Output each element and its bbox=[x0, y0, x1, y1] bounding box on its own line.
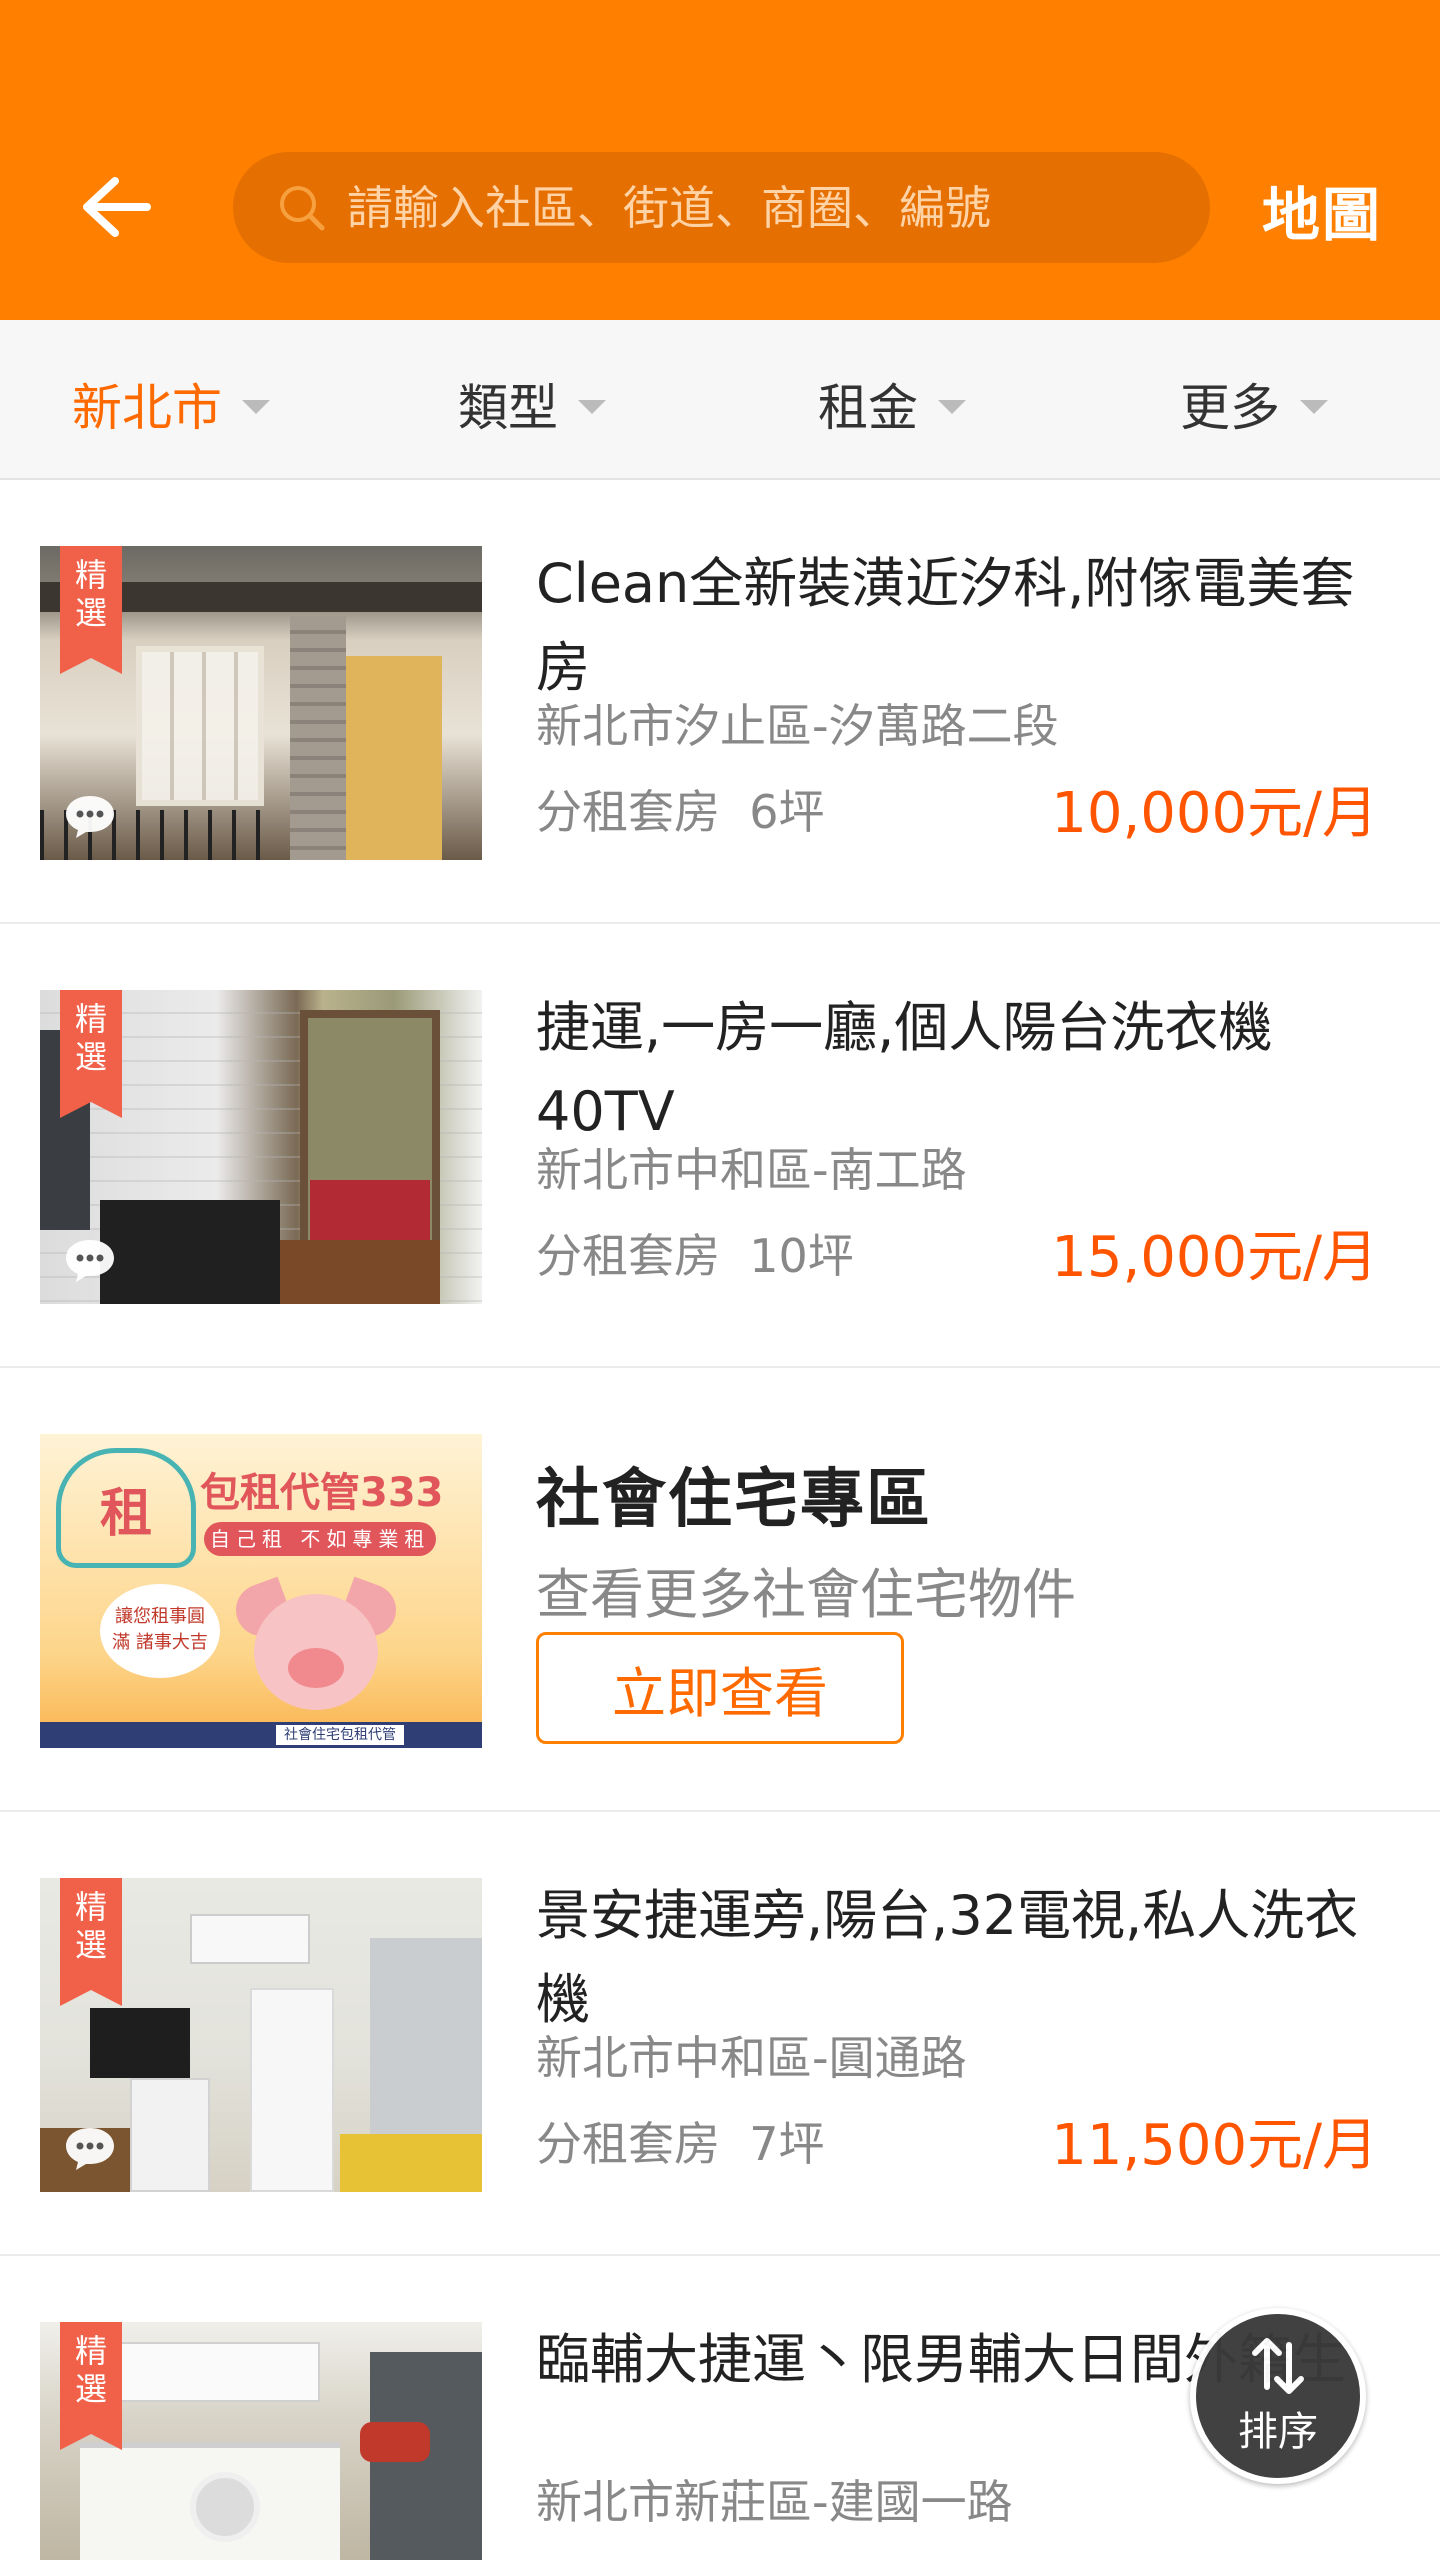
promo-brand: 包租代管333 bbox=[200, 1470, 444, 1516]
promo-subtitle: 查看更多社會住宅物件 bbox=[536, 1563, 1076, 1626]
listing-title: 捷運,一房一廳,個人陽台洗衣機40TV bbox=[536, 996, 1273, 1143]
sort-button[interactable]: 排序 bbox=[1190, 2308, 1366, 2484]
featured-badge-char: 選 bbox=[74, 594, 107, 632]
listing-address: 新北市中和區-南工路 bbox=[536, 1143, 967, 1197]
listing-address: 新北市新莊區-建國一路 bbox=[536, 2475, 1013, 2529]
chevron-down-icon bbox=[578, 400, 606, 414]
featured-badge: 精 選 bbox=[60, 546, 122, 674]
listing-price: 10,000元/月 bbox=[1051, 781, 1378, 846]
listing-meta: 分租套房 6坪 bbox=[536, 776, 825, 842]
listing-size: 10坪 bbox=[749, 1229, 854, 1283]
filter-rent-label: 租金 bbox=[818, 379, 918, 437]
search-box[interactable] bbox=[233, 152, 1210, 263]
social-housing-promo: 租 包租代管333 自己租 不如專業租 讓您租事圓滿 諸事大吉 社會住宅包租代管… bbox=[0, 1368, 1440, 1812]
filter-type-label: 類型 bbox=[458, 379, 558, 437]
chevron-down-icon bbox=[1300, 400, 1328, 414]
listing-title: 景安捷運旁,陽台,32電視,私人洗衣機 bbox=[536, 1884, 1359, 2031]
listing-size: 7坪 bbox=[749, 2117, 825, 2171]
featured-badge: 精 選 bbox=[60, 1878, 122, 2006]
listing-item[interactable]: 精 選 景安捷運旁,陽台,32電視,私人洗衣機 新北市中和區-圓通路 分租套房 … bbox=[0, 1812, 1440, 2256]
filter-rent[interactable]: 租金 bbox=[818, 368, 966, 440]
view-now-button[interactable]: 立即查看 bbox=[536, 1632, 904, 1744]
listing-photo[interactable]: 精 選 bbox=[40, 1878, 482, 2192]
promo-logo-char: 租 bbox=[99, 1483, 152, 1544]
filter-more-label: 更多 bbox=[1180, 379, 1280, 437]
listing-price: 11,500元/月 bbox=[1051, 2113, 1378, 2178]
featured-badge-char: 精 bbox=[74, 1000, 107, 1038]
listing-photo[interactable]: 精 選 bbox=[40, 990, 482, 1304]
back-arrow-icon bbox=[83, 177, 151, 237]
promo-footer-strip: 社會住宅包租代管 bbox=[40, 1722, 482, 1748]
listing-item[interactable]: 精 選 捷運,一房一廳,個人陽台洗衣機40TV 新北市中和區-南工路 分租套房 … bbox=[0, 924, 1440, 1368]
listing-price: 15,000元/月 bbox=[1051, 1225, 1378, 1290]
listing-item[interactable]: 精 選 Clean全新裝潢近汐科,附傢電美套房 新北市汐止區-汐萬路二段 分租套… bbox=[0, 480, 1440, 924]
chat-bubble-icon[interactable] bbox=[62, 1236, 118, 1284]
filter-type[interactable]: 類型 bbox=[458, 368, 606, 440]
promo-title: 社會住宅專區 bbox=[536, 1463, 932, 1537]
featured-badge-char: 選 bbox=[74, 1038, 107, 1076]
chevron-down-icon bbox=[938, 400, 966, 414]
chevron-down-icon bbox=[242, 400, 270, 414]
filter-more[interactable]: 更多 bbox=[1180, 368, 1328, 440]
promo-footer-text: 社會住宅包租代管 bbox=[276, 1725, 404, 1745]
promo-tagline: 自己租 不如專業租 bbox=[204, 1522, 437, 1556]
listing-type: 分租套房 bbox=[536, 785, 720, 839]
sort-label: 排序 bbox=[1238, 2409, 1318, 2455]
search-icon bbox=[275, 181, 329, 235]
featured-badge: 精 選 bbox=[60, 990, 122, 1118]
listing-type: 分租套房 bbox=[536, 2117, 720, 2171]
filter-city[interactable]: 新北市 bbox=[72, 368, 270, 440]
chat-bubble-icon[interactable] bbox=[62, 792, 118, 840]
listing-title: Clean全新裝潢近汐科,附傢電美套房 bbox=[536, 552, 1355, 699]
listing-type: 分租套房 bbox=[536, 1229, 720, 1283]
listing-meta: 分租套房 10坪 bbox=[536, 1220, 854, 1286]
featured-badge-char: 選 bbox=[74, 1926, 107, 1964]
promo-banner[interactable]: 租 包租代管333 自己租 不如專業租 讓您租事圓滿 諸事大吉 社會住宅包租代管 bbox=[40, 1434, 482, 1748]
listing-address: 新北市汐止區-汐萬路二段 bbox=[536, 699, 1059, 753]
filter-city-label: 新北市 bbox=[72, 379, 222, 437]
promo-bubble: 讓您租事圓滿 諸事大吉 bbox=[100, 1584, 220, 1678]
top-bar: 地圖 bbox=[0, 0, 1440, 320]
listing-photo[interactable]: 精 選 bbox=[40, 2322, 482, 2560]
chat-bubble-icon[interactable] bbox=[62, 2124, 118, 2172]
search-input[interactable] bbox=[347, 180, 1147, 235]
featured-badge-char: 精 bbox=[74, 556, 107, 594]
listing-meta: 分租套房 7坪 bbox=[536, 2108, 825, 2174]
featured-badge-char: 選 bbox=[74, 2370, 107, 2408]
featured-badge-char: 精 bbox=[74, 1888, 107, 1926]
back-button[interactable] bbox=[70, 170, 160, 244]
pig-mascot bbox=[228, 1564, 404, 1714]
listing-size: 6坪 bbox=[749, 785, 825, 839]
featured-badge: 精 選 bbox=[60, 2322, 122, 2450]
listing-address: 新北市中和區-圓通路 bbox=[536, 2031, 967, 2085]
sort-icon bbox=[1252, 2338, 1304, 2394]
filter-bar: 新北市 類型 租金 更多 bbox=[0, 320, 1440, 480]
map-button[interactable]: 地圖 bbox=[1262, 168, 1382, 252]
featured-badge-char: 精 bbox=[74, 2332, 107, 2370]
listing-photo[interactable]: 精 選 bbox=[40, 546, 482, 860]
